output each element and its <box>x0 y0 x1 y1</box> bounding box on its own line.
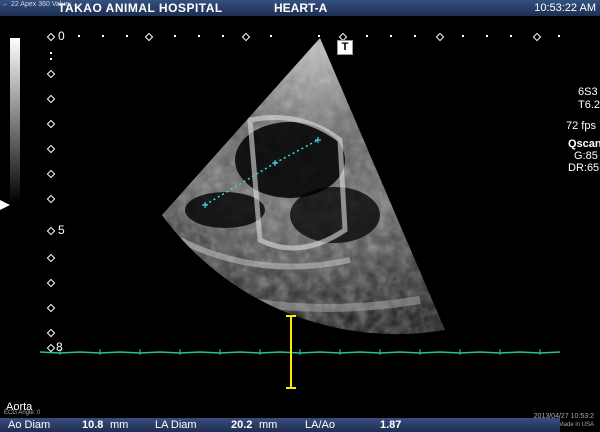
measurement-label: Ao Diam <box>8 419 51 431</box>
depth-label-bottom: 8 <box>56 340 63 354</box>
lateral-tick <box>126 35 128 37</box>
lateral-tick <box>414 35 416 37</box>
frame-rate-label: 72 fps <box>566 120 596 132</box>
sector-tissue <box>162 38 445 335</box>
measurement-value: 20.2 <box>231 419 253 431</box>
measurement-unit: mm <box>110 419 129 431</box>
lateral-tick <box>510 35 512 37</box>
lateral-tick <box>318 35 320 37</box>
measurement-value: 1.87 <box>380 419 402 431</box>
lateral-tick <box>102 35 104 37</box>
depth-tick <box>50 52 52 54</box>
lateral-tick <box>462 35 464 37</box>
lateral-tick <box>198 35 200 37</box>
ultrasound-sector-image <box>39 38 561 389</box>
lateral-tick <box>486 35 488 37</box>
lateral-tick <box>174 35 176 37</box>
probe-label: 6S3 <box>578 86 598 98</box>
measurement-unit: mm <box>259 419 278 431</box>
tissue-harmonic-label: T6.2 <box>578 99 600 111</box>
measurement-value: 10.8 <box>82 419 104 431</box>
measurement-bar: Ao Diam 10.8 mm LA Diam 20.2 mm LA/Ao 1.… <box>0 418 560 432</box>
grayscale-bar <box>10 38 20 203</box>
lateral-tick <box>78 35 80 37</box>
lateral-tick <box>366 35 368 37</box>
ecg-angle-note: ECG Angle: 0 <box>4 410 41 416</box>
dynamic-range-label: DR:65 <box>568 162 600 174</box>
ultrasound-screen: ← 22 Apex 360 Value: ... TAKAO ANIMAL HO… <box>0 0 600 432</box>
depth-tick <box>50 58 52 60</box>
depth-label-middle: 5 <box>58 223 65 237</box>
lateral-tick <box>390 35 392 37</box>
lateral-tick <box>222 35 224 37</box>
depth-label-top: 0 <box>58 29 65 43</box>
focus-arrow-icon <box>0 200 10 210</box>
orientation-badge: T <box>337 40 353 55</box>
lateral-tick <box>558 35 560 37</box>
measurement-label: LA Diam <box>155 419 197 431</box>
manufacturer-note: Made in USA <box>558 422 594 428</box>
measurement-label: LA/Ao <box>305 419 335 431</box>
lateral-tick <box>270 35 272 37</box>
